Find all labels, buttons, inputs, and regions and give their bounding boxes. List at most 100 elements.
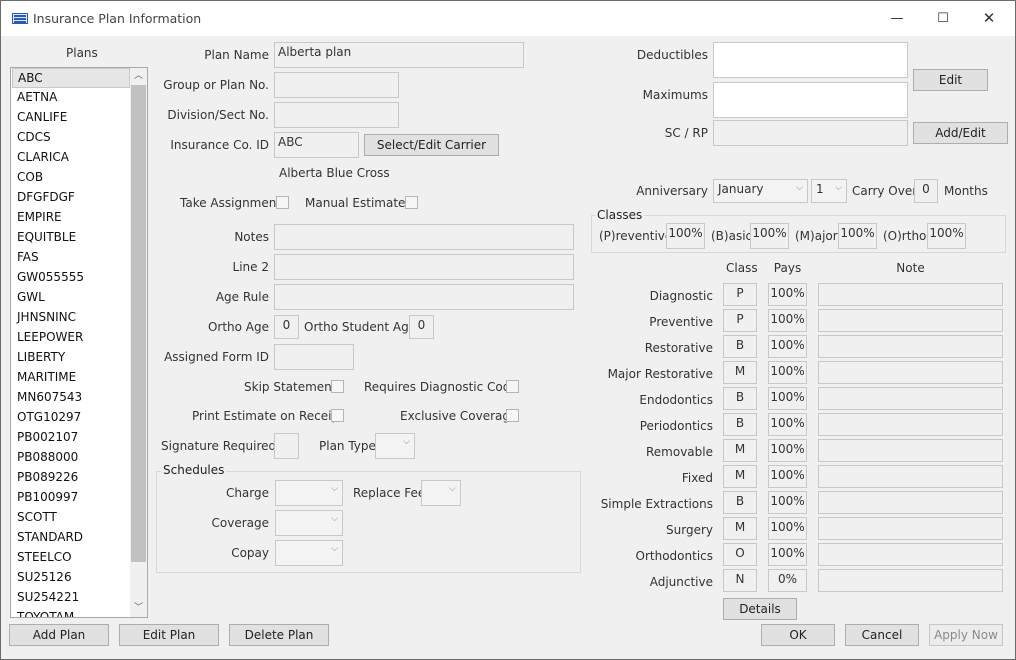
class-value-major[interactable]: 100% [838,223,877,249]
coverage-row-note[interactable] [818,413,1003,436]
coverage-row-pays[interactable]: 100% [768,335,807,358]
coverage-row-pays[interactable]: 100% [768,465,807,488]
plan-list-item[interactable]: STEELCO [12,548,130,568]
charge-select[interactable]: ⌵ [275,480,343,506]
scrp-field[interactable] [713,120,908,146]
class-value-ortho[interactable]: 100% [927,223,966,249]
plan-list-item[interactable]: CLARICA [12,148,130,168]
cancel-button[interactable]: Cancel [845,624,919,646]
plan-list-item[interactable]: STANDARD [12,528,130,548]
carry-over-field[interactable]: 0 [914,179,938,203]
class-value-preventive[interactable]: 100% [666,223,705,249]
maximize-button[interactable]: ☐ [920,1,966,36]
plan-list-item[interactable]: OTG10297 [12,408,130,428]
plan-list-item[interactable]: AETNA [12,88,130,108]
coverage-row-note[interactable] [818,517,1003,540]
coverage-row-pays[interactable]: 100% [768,283,807,306]
coverage-row-note[interactable] [818,283,1003,306]
plan-list-item[interactable]: LIBERTY [12,348,130,368]
details-button[interactable]: Details [723,598,797,620]
ok-button[interactable]: OK [761,624,835,646]
plan-list-item[interactable]: LEEPOWER [12,328,130,348]
plan-list-item[interactable]: SCOTT [12,508,130,528]
coverage-row-note[interactable] [818,335,1003,358]
skip-statement-checkbox[interactable] [331,380,344,393]
plan-list-item[interactable]: MARITIME [12,368,130,388]
coverage-row-pays[interactable]: 100% [768,387,807,410]
deductibles-field[interactable] [713,42,908,78]
coverage-row-class[interactable]: M [723,439,757,462]
plan-list-item[interactable]: EMPIRE [12,208,130,228]
take-assignment-checkbox[interactable] [276,196,289,209]
coverage-row-class[interactable]: B [723,335,757,358]
coverage-row-pays[interactable]: 100% [768,517,807,540]
apply-now-button[interactable]: Apply Now [929,624,1003,646]
line2-field[interactable] [274,254,574,280]
coverage-row-note[interactable] [818,569,1003,592]
coverage-row-class[interactable]: B [723,413,757,436]
plan-list-item[interactable]: PB002107 [12,428,130,448]
coverage-row-class[interactable]: M [723,517,757,540]
coverage-row-pays[interactable]: 100% [768,309,807,332]
coverage-row-note[interactable] [818,361,1003,384]
plan-list-item[interactable]: PB089226 [12,468,130,488]
close-button[interactable]: ✕ [966,1,1012,36]
coverage-row-pays[interactable]: 100% [768,491,807,514]
coverage-row-class[interactable]: O [723,543,757,566]
coverage-row-note[interactable] [818,491,1003,514]
coverage-row-pays[interactable]: 100% [768,361,807,384]
edit-plan-button[interactable]: Edit Plan [119,624,219,646]
coverage-row-class[interactable]: B [723,491,757,514]
notes-field[interactable] [274,224,574,250]
coverage-row-class[interactable]: P [723,309,757,332]
coverage-row-pays[interactable]: 0% [768,569,807,592]
copay-select[interactable]: ⌵ [275,540,343,566]
anniversary-month-select[interactable]: January ⌵ [713,179,808,203]
plan-name-field[interactable]: Alberta plan [274,42,524,68]
division-field[interactable] [274,102,399,128]
select-carrier-button[interactable]: Select/Edit Carrier [364,134,499,156]
coverage-row-class[interactable]: M [723,361,757,384]
insurance-co-field[interactable]: ABC [274,132,359,158]
scroll-thumb[interactable] [131,85,146,562]
coverage-row-class[interactable]: M [723,465,757,488]
delete-plan-button[interactable]: Delete Plan [229,624,329,646]
class-value-basic[interactable]: 100% [750,223,789,249]
plan-list-item[interactable]: JHNSNINC [12,308,130,328]
plan-list-item[interactable]: CDCS [12,128,130,148]
plan-type-select[interactable]: ⌵ [375,433,415,459]
plans-scrollbar[interactable]: ︿ ﹀ [130,68,147,617]
plan-list-item[interactable]: SU25126 [12,568,130,588]
plan-list-item[interactable]: COB [12,168,130,188]
coverage-row-pays[interactable]: 100% [768,413,807,436]
plan-list-item[interactable]: CANLIFE [12,108,130,128]
minimize-button[interactable]: — [874,1,920,36]
requires-diag-checkbox[interactable] [506,380,519,393]
add-edit-button[interactable]: Add/Edit [913,122,1008,144]
plan-list-item[interactable]: ABC [12,68,130,88]
coverage-row-pays[interactable]: 100% [768,439,807,462]
scroll-up-icon[interactable]: ︿ [130,68,147,85]
assigned-form-field[interactable] [274,344,354,370]
exclusive-coverage-checkbox[interactable] [506,409,519,422]
coverage-row-note[interactable] [818,543,1003,566]
plan-list-item[interactable]: PB100997 [12,488,130,508]
plans-list[interactable]: ABC AETNA CANLIFE CDCS CLARICA COB DFGFDGF EMPI… [10,67,148,618]
anniversary-day-select[interactable]: 1 ⌵ [811,179,847,203]
coverage-row-class[interactable]: B [723,387,757,410]
manual-estimates-checkbox[interactable] [405,196,418,209]
coverage-row-class[interactable]: N [723,569,757,592]
coverage-row-note[interactable] [818,439,1003,462]
coverage-row-class[interactable]: P [723,283,757,306]
maximums-field[interactable] [713,82,908,118]
ortho-age-field[interactable]: 0 [274,315,299,339]
coverage-row-pays[interactable]: 100% [768,543,807,566]
plan-list-item[interactable]: MN607543 [12,388,130,408]
plan-list-item[interactable]: DFGFDGF [12,188,130,208]
plan-list-item[interactable]: GWL [12,288,130,308]
plan-list-item[interactable]: EQUITBLE [12,228,130,248]
group-field[interactable] [274,72,399,98]
print-estimate-checkbox[interactable] [331,409,344,422]
scroll-down-icon[interactable]: ﹀ [130,600,147,617]
age-rule-field[interactable] [274,284,574,310]
